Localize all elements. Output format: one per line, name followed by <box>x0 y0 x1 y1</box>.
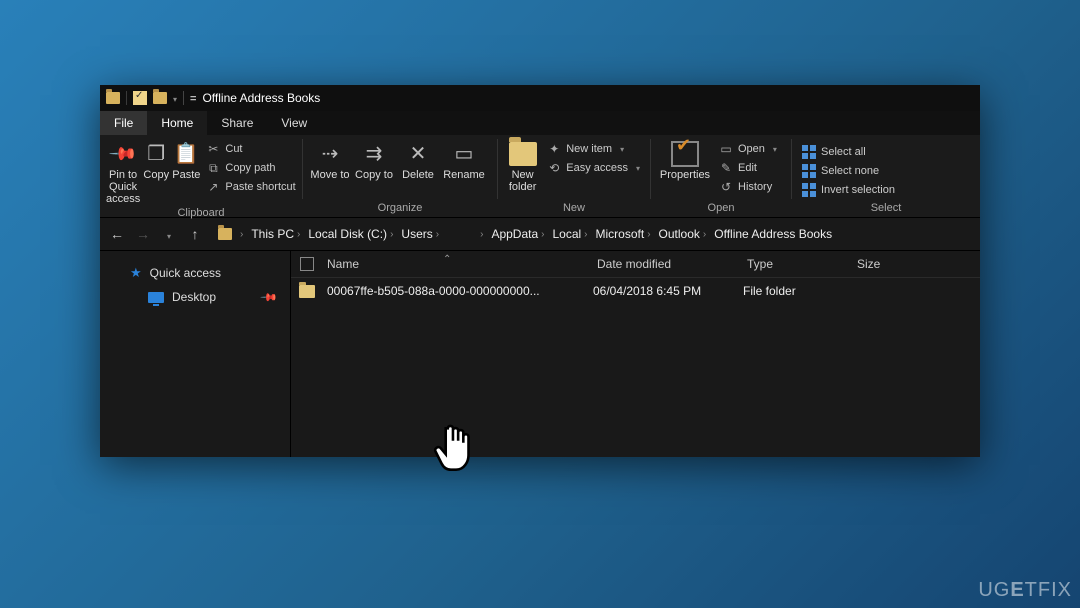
column-date[interactable]: Date modified <box>597 257 747 271</box>
group-label: Organize <box>309 200 491 217</box>
group-label: Clipboard <box>106 205 296 222</box>
copy-to-button[interactable]: ⇉Copy to <box>353 137 395 200</box>
paste-shortcut-button[interactable]: ↗Paste shortcut <box>202 178 299 196</box>
group-label: Open <box>657 200 785 217</box>
breadcrumb-item[interactable]: › <box>447 229 483 240</box>
customize-icon[interactable] <box>190 91 196 105</box>
breadcrumb-item[interactable]: Microsoft› <box>596 227 651 241</box>
pin-to-quick-button[interactable]: 📌 Pin to Quick access <box>106 137 140 205</box>
address-bar: ← → ↑ › This PC› Local Disk (C:)› Users›… <box>100 218 980 251</box>
easy-access-button[interactable]: ⟲Easy access <box>543 159 644 177</box>
label: Copy <box>143 169 169 181</box>
column-size[interactable]: Size <box>857 257 937 271</box>
chevron-right-icon: › <box>240 229 243 240</box>
select-all-checkbox[interactable] <box>291 257 323 271</box>
content-area: ★ Quick access Desktop 📌 Name Date modif… <box>100 251 980 457</box>
folder-icon <box>106 92 120 104</box>
invert-selection-button[interactable]: Invert selection <box>798 181 899 199</box>
grid-icon <box>802 145 816 159</box>
chevron-down-icon <box>620 143 624 155</box>
title-bar: Offline Address Books <box>100 85 980 111</box>
folder-icon <box>299 285 315 298</box>
column-type[interactable]: Type <box>747 257 857 271</box>
tab-share[interactable]: Share <box>207 111 267 135</box>
copy-path-button[interactable]: ⧉Copy path <box>202 159 299 177</box>
star-icon: ★ <box>130 265 142 281</box>
grid-icon <box>802 164 816 178</box>
label: Pin to Quick access <box>106 169 140 205</box>
divider <box>183 91 184 105</box>
recent-locations-button[interactable] <box>160 226 178 242</box>
tab-home[interactable]: Home <box>147 111 207 135</box>
label: Paste <box>172 169 200 181</box>
sidebar-item-desktop[interactable]: Desktop 📌 <box>100 285 290 309</box>
forward-button[interactable]: → <box>134 226 152 242</box>
new-folder-button[interactable]: New folder <box>504 137 541 200</box>
grid-icon <box>802 183 816 197</box>
divider <box>126 91 127 105</box>
chevron-down-icon <box>636 162 640 174</box>
qat-properties-icon[interactable] <box>133 91 147 105</box>
qat-newfolder-icon[interactable] <box>153 92 167 104</box>
window-title: Offline Address Books <box>202 91 320 105</box>
back-button[interactable]: ← <box>108 226 126 242</box>
properties-button[interactable]: Properties <box>657 137 713 200</box>
cell-name: 00067ffe-b505-088a-0000-000000000... <box>323 284 593 298</box>
cell-type: File folder <box>743 284 853 298</box>
move-to-button[interactable]: ⇢Move to <box>309 137 351 200</box>
cell-date: 06/04/2018 6:45 PM <box>593 284 743 298</box>
table-row[interactable]: 00067ffe-b505-088a-0000-000000000... 06/… <box>291 278 980 304</box>
open-button[interactable]: ▭Open <box>715 140 781 158</box>
group-label: Select <box>798 200 974 217</box>
breadcrumb-item[interactable]: Users› <box>401 227 439 241</box>
copy-button[interactable]: ❐ Copy <box>142 137 170 205</box>
history-button[interactable]: ↺History <box>715 178 781 196</box>
desktop-icon <box>148 292 164 303</box>
rename-button[interactable]: ▭Rename <box>441 137 487 200</box>
select-none-button[interactable]: Select none <box>798 162 899 180</box>
file-explorer-window: Offline Address Books File Home Share Vi… <box>100 85 980 455</box>
column-name[interactable]: Name <box>323 257 597 271</box>
breadcrumb-item[interactable]: Outlook› <box>659 227 707 241</box>
breadcrumb-item[interactable]: Local› <box>552 227 587 241</box>
breadcrumb-item[interactable]: AppData› <box>491 227 544 241</box>
ribbon-tabs: File Home Share View <box>100 111 980 135</box>
column-headers: Name Date modified Type Size <box>291 251 980 278</box>
folder-icon <box>218 228 232 240</box>
up-button[interactable]: ↑ <box>186 226 204 242</box>
qat-dropdown-icon[interactable] <box>173 91 177 105</box>
delete-button[interactable]: ✕Delete <box>397 137 439 200</box>
ribbon: 📌 Pin to Quick access ❐ Copy 📋 Paste ✂Cu… <box>100 135 980 218</box>
select-all-button[interactable]: Select all <box>798 143 899 161</box>
pin-icon: 📌 <box>260 288 279 307</box>
breadcrumb-item[interactable]: This PC› <box>251 227 300 241</box>
chevron-down-icon <box>773 143 777 155</box>
paste-button[interactable]: 📋 Paste <box>172 137 200 205</box>
tab-file[interactable]: File <box>100 111 147 135</box>
breadcrumb-item[interactable]: Local Disk (C:)› <box>308 227 393 241</box>
cut-button[interactable]: ✂Cut <box>202 140 299 158</box>
new-item-button[interactable]: ✦New item <box>543 140 644 158</box>
tab-view[interactable]: View <box>267 111 321 135</box>
navigation-pane: ★ Quick access Desktop 📌 <box>100 251 291 457</box>
group-label: New <box>504 200 644 217</box>
sidebar-item-quick-access[interactable]: ★ Quick access <box>100 261 290 285</box>
breadcrumb-item[interactable]: Offline Address Books <box>714 227 832 241</box>
edit-button[interactable]: ✎Edit <box>715 159 781 177</box>
file-list: Name Date modified Type Size 00067ffe-b5… <box>291 251 980 457</box>
watermark: UGETFIX <box>978 579 1072 602</box>
